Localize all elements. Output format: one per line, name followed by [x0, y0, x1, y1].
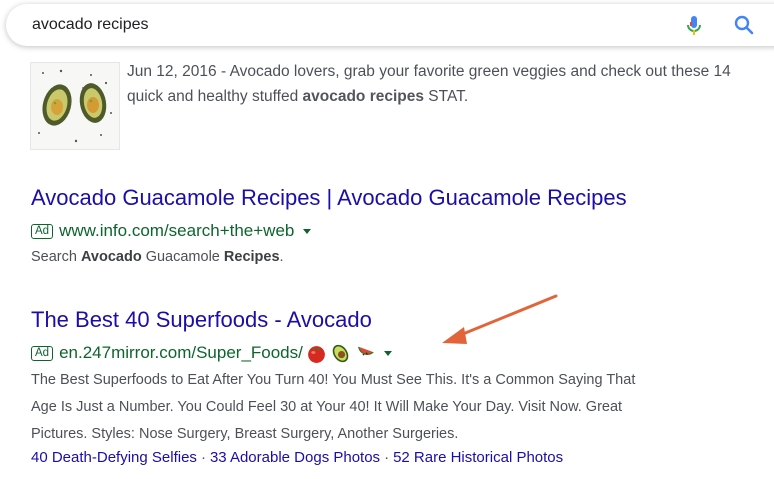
sitelink-separator: · [384, 449, 390, 466]
desc-text: . [279, 249, 284, 265]
ad-badge: Ad [31, 345, 54, 361]
ad-badge: Ad [31, 223, 54, 239]
ad-description: The Best Superfoods to Eat After You Tur… [31, 367, 635, 448]
ad-url: en.247mirror.com/Super_Foods/ [59, 343, 303, 362]
desc-line: The Best Superfoods to Eat After You Tur… [31, 372, 636, 388]
microphone-icon[interactable] [684, 15, 704, 37]
ad-options-dropdown-icon[interactable] [303, 228, 312, 234]
ad-description: Search Avocado Guacamole Recipes. [31, 244, 284, 271]
snippet-text-end: STAT. [424, 88, 469, 105]
result-thumbnail[interactable] [30, 62, 120, 150]
sitelink-dogs[interactable]: 33 Adorable Dogs Photos [210, 449, 380, 466]
avocado-icon [332, 344, 349, 362]
snippet-highlight: avocado recipes [302, 88, 424, 105]
desc-text: Search [31, 249, 81, 265]
desc-line: Age Is Just a Number. You Could Feel 30 … [31, 399, 623, 415]
desc-text: Guacamole [141, 249, 224, 265]
result-date: Jun 12, 2016 - [127, 63, 230, 80]
ad-url: www.info.com/search+the+web [59, 221, 295, 240]
tomato-icon [307, 345, 325, 363]
sitelink-historical-photos[interactable]: 52 Rare Historical Photos [393, 449, 563, 466]
ad-url-line: Ad www.info.com/search+the+web [31, 221, 312, 241]
annotation-arrow [442, 294, 558, 344]
result-snippet: Jun 12, 2016 - Avocado lovers, grab your… [127, 59, 762, 109]
desc-highlight: Recipes [223, 249, 280, 265]
stuffed-avocado-image [38, 69, 112, 143]
search-bar [6, 4, 774, 46]
desc-line: Pictures. Styles: Nose Surgery, Breast S… [31, 426, 459, 442]
ad-title-guacamole[interactable]: Avocado Guacamole Recipes | Avocado Guac… [31, 185, 627, 211]
desc-highlight: Avocado [80, 249, 142, 265]
ad-options-dropdown-icon[interactable] [383, 350, 392, 356]
ad-sitelinks: 40 Death-Defying Selfies · 33 Adorable Dog… [31, 449, 563, 466]
search-input[interactable] [32, 4, 632, 46]
ad-title-superfoods[interactable]: The Best 40 Superfoods - Avocado [31, 307, 372, 333]
sitelink-selfies[interactable]: 40 Death-Defying Selfies [31, 449, 197, 466]
ad-url-line: Ad en.247mirror.com/Super_Foods/ [31, 343, 392, 363]
sitelink-separator: · [200, 449, 206, 466]
watermelon-icon [357, 346, 374, 355]
search-icon[interactable] [734, 15, 754, 35]
